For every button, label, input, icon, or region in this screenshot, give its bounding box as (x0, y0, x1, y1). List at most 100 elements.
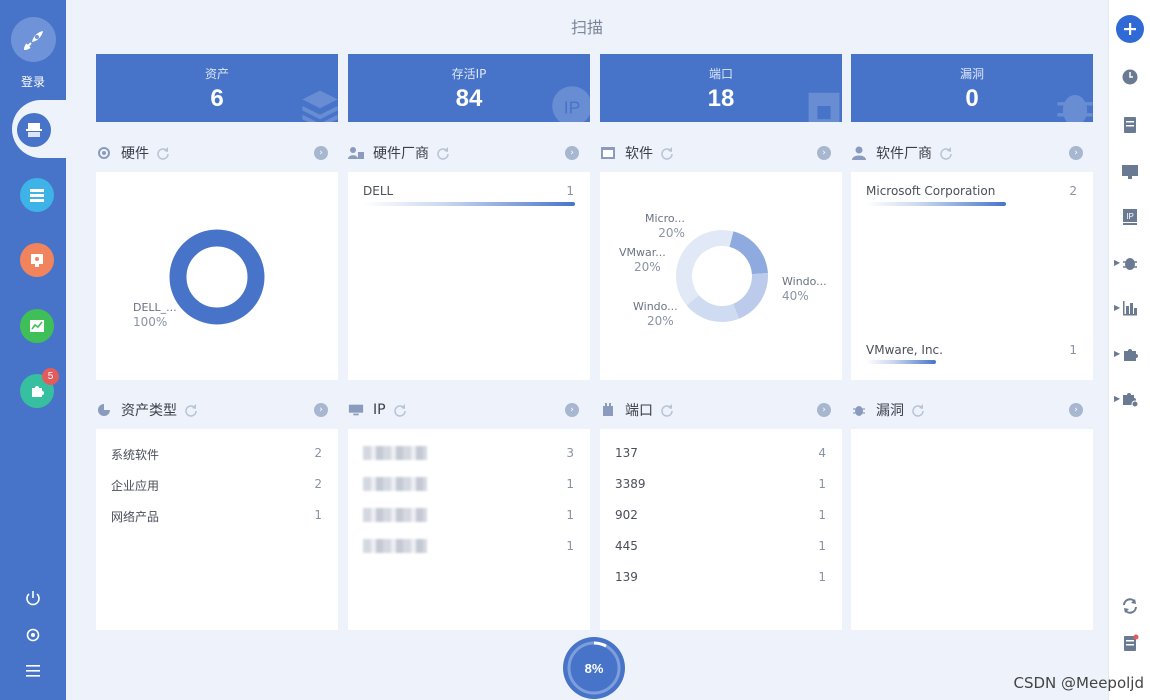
port-number: 902 (615, 508, 638, 522)
power-button[interactable] (23, 588, 43, 608)
stat-label: 漏洞 (959, 67, 984, 81)
item-count: 1 (314, 508, 322, 522)
stat-card-assets[interactable]: 资产 6 (96, 54, 338, 122)
sync-icon (1123, 598, 1137, 614)
item-label: 系统软件 (111, 448, 160, 462)
panel-title: 软件厂商 (876, 146, 932, 162)
list-item[interactable]: DELL 1 (363, 184, 574, 202)
port-more-button[interactable]: › (817, 403, 831, 417)
software-slice (676, 230, 734, 306)
server-icon (30, 189, 44, 202)
settings-button[interactable] (23, 625, 43, 645)
stat-card-vulns[interactable]: 漏洞 0 (851, 54, 1093, 122)
refresh-icon[interactable] (911, 403, 925, 417)
list-item[interactable]: 902 1 (615, 508, 826, 526)
nav-scan[interactable] (11, 104, 56, 155)
stat-card-ports[interactable]: 端口 18 (600, 54, 842, 122)
refresh-icon[interactable] (939, 146, 953, 160)
vuln-more-button[interactable]: › (1069, 403, 1083, 417)
stat-label: 资产 (204, 67, 229, 81)
chart-label: VMwar... (619, 246, 666, 259)
history-button[interactable] (1119, 66, 1141, 88)
log-button[interactable] (1119, 632, 1141, 654)
list-item[interactable]: 网络产品 1 (111, 508, 322, 526)
sync-button[interactable] (1119, 595, 1141, 617)
nav-monitor[interactable] (20, 309, 54, 343)
list-item[interactable]: 137 4 (615, 446, 826, 464)
redacted-ip (363, 508, 427, 522)
plugin-settings-button[interactable] (1119, 388, 1141, 410)
log-icon (1124, 634, 1139, 651)
panel-title: 端口 (625, 403, 653, 419)
list-item[interactable]: 系统软件 2 (111, 446, 322, 464)
login-label[interactable]: 登录 (0, 73, 66, 90)
panel-title: IP (373, 402, 386, 418)
ip-card: 3 1 1 1 (348, 429, 590, 630)
panel-header-asset-type: 资产类型 (96, 399, 198, 421)
plus-icon (1124, 23, 1136, 35)
menu-button[interactable] (23, 661, 43, 681)
stat-card-live-ip[interactable]: 存活IP 84 IP (348, 54, 590, 122)
rocket-icon (23, 30, 43, 50)
panel-header-sw-vendor: 软件厂商 (851, 142, 953, 164)
port-number: 139 (615, 570, 638, 584)
hw-vendor-more-button[interactable]: › (565, 146, 579, 160)
list-item[interactable]: 3 (363, 446, 574, 464)
monitor-button[interactable] (1119, 161, 1141, 183)
refresh-icon[interactable] (184, 403, 198, 417)
panel-header-ip: IP (348, 399, 407, 421)
item-count: 3 (566, 446, 574, 460)
ip-button[interactable]: IP (1119, 206, 1141, 228)
chart-label: Windo... (782, 275, 827, 288)
ip-location-icon: IP (552, 86, 590, 122)
item-count: 1 (818, 539, 826, 553)
chart-percent: 20% (647, 314, 674, 328)
report-icon (31, 254, 43, 267)
port-number: 3389 (615, 477, 646, 491)
sw-vendor-card: Microsoft Corporation 2 VMware, Inc. 1 (851, 172, 1093, 380)
refresh-icon[interactable] (436, 146, 450, 160)
add-button[interactable] (1116, 15, 1144, 43)
panel-title: 资产类型 (121, 403, 177, 419)
list-item[interactable]: VMware, Inc. 1 (866, 343, 1077, 361)
document-button[interactable] (1119, 114, 1141, 136)
svg-text:IP: IP (564, 98, 581, 118)
stats-button[interactable] (1119, 297, 1141, 319)
software-slice (729, 231, 768, 275)
puzzle-gear-icon (1123, 393, 1139, 408)
sw-vendor-more-button[interactable]: › (1069, 146, 1083, 160)
list-item[interactable]: 139 1 (615, 570, 826, 588)
bug-icon (1123, 258, 1137, 270)
hardware-donut (169, 229, 265, 325)
asset-type-more-button[interactable]: › (314, 403, 328, 417)
list-item[interactable]: 3389 1 (615, 477, 826, 495)
list-item[interactable]: 445 1 (615, 539, 826, 557)
window-icon (601, 147, 615, 159)
asset-type-card: 系统软件 2 企业应用 2 网络产品 1 (96, 429, 338, 630)
user-icon (852, 146, 866, 160)
redacted-ip (363, 539, 427, 553)
list-item[interactable]: 1 (363, 508, 574, 526)
hardware-more-button[interactable]: › (314, 146, 328, 160)
hw-vendor-card: DELL 1 (348, 172, 590, 380)
refresh-icon[interactable] (660, 403, 674, 417)
bug-button[interactable] (1119, 252, 1141, 274)
list-item[interactable]: 1 (363, 477, 574, 495)
nav-server[interactable] (20, 178, 54, 212)
refresh-icon[interactable] (660, 146, 674, 160)
software-more-button[interactable]: › (817, 146, 831, 160)
list-item[interactable]: Microsoft Corporation 2 (866, 184, 1077, 202)
refresh-icon[interactable] (156, 146, 170, 160)
nav-report[interactable] (20, 243, 54, 277)
panel-header-software: 软件 (600, 142, 674, 164)
app-logo[interactable] (11, 17, 56, 62)
scan-progress[interactable]: 8% (562, 636, 626, 700)
plugin-button[interactable] (1119, 343, 1141, 365)
list-item[interactable]: 1 (363, 539, 574, 557)
refresh-icon[interactable] (393, 403, 407, 417)
bug-icon (853, 406, 865, 416)
ip-more-button[interactable]: › (565, 403, 579, 417)
panel-title: 硬件厂商 (373, 146, 429, 162)
list-item[interactable]: 企业应用 2 (111, 477, 322, 495)
software-slice (686, 295, 739, 322)
